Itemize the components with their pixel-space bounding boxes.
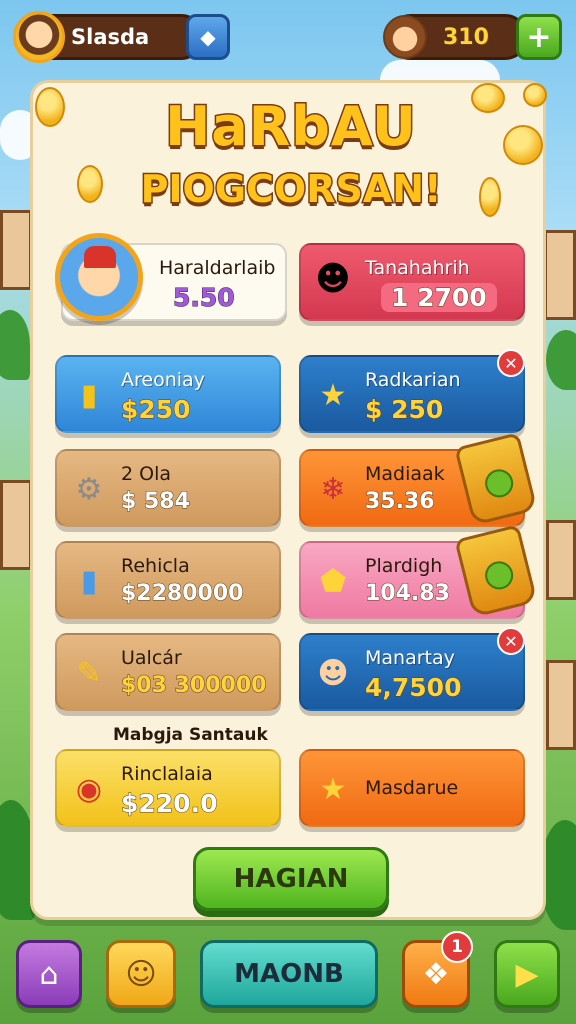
card-rinclalaia[interactable]: ◉ Rinclalaia $220.0 [55,749,281,827]
card-value: 5.50 [173,283,236,313]
card-label: Manartay [365,647,455,669]
star-icon: ★ [319,377,347,413]
card-value: $250 [121,395,192,425]
play-button[interactable]: ▶ [494,940,560,1008]
card-value: $2280000 [120,581,244,607]
plus-icon: + [526,19,552,55]
top-bar: Slasda ◆ 310 + [0,10,576,64]
card-label: Areoniay [121,369,205,391]
card-value: 1 2700 [381,283,497,313]
card-label: Ualcár [121,647,182,669]
card-label: Radkarian [365,369,461,391]
card-label: 2 Ola [121,463,172,485]
card-masdarue[interactable]: ★ Masdarue [299,749,525,827]
card-ualcar[interactable]: ✎ Ualcár $03 300000 [55,633,281,711]
crayon-icon: ✎ [76,655,102,691]
card-label: Masdarue [365,777,459,799]
game-title: HaRbAU [164,94,418,160]
card-rehicla[interactable]: ▮ Rehicla $2280000 [55,541,281,619]
emote-button[interactable]: ☺ [106,940,176,1008]
crystal-icon: ⬟ [319,563,347,599]
house [546,660,576,750]
add-coins-button[interactable]: + [516,14,562,60]
hagian-button[interactable]: HAGIAN [193,847,389,911]
villager-icon: ☻ [315,259,351,299]
maonb-button[interactable]: MAONB [200,940,378,1008]
play-icon: ▶ [515,956,539,992]
card-label: Rehicla [121,555,190,577]
close-icon[interactable]: ✕ [497,349,525,377]
card-areoniay[interactable]: ▮ Areoniay $250 [55,355,281,433]
notification-badge: 1 [441,931,473,963]
puzzle-icon: ❖ [422,956,450,992]
home-icon: ⌂ [39,956,59,992]
gears-icon: ⚙ [75,471,103,507]
card-label: Rinclalaia [121,763,213,785]
hero-portrait-icon [55,233,143,321]
card-label: Plardigh [365,555,443,577]
smile-icon: ☺ [125,956,157,992]
player-avatar [13,11,65,63]
house [0,480,32,570]
gem-button[interactable]: ◆ [186,14,230,60]
card-radkarian[interactable]: ★ Radkarian $ 250 ✕ [299,349,525,433]
drum-icon: ◉ [75,771,103,807]
loot-bag-icon [454,432,538,526]
meat-icon: ❄ [320,471,346,507]
home-button[interactable]: ⌂ [16,940,82,1008]
card-manartay[interactable]: ☻ Manartay 4,7500 ✕ [299,627,525,711]
card-value: 4,7500 [364,673,462,703]
card-value: $03 300000 [120,673,267,699]
house [544,230,576,320]
card-label: Haraldarlaib [159,257,276,279]
palm-tree [546,330,576,390]
coin-value: 310 [443,24,489,50]
close-icon[interactable]: ✕ [497,627,525,655]
loot-bag-icon [454,524,538,618]
gold-bars-icon: ▮ [80,377,98,413]
card-value: $ 250 [364,395,444,425]
card-value: $220.0 [120,789,218,819]
coin-counter: 310 [383,14,528,60]
house [546,520,576,600]
card-value: 104.83 [365,581,451,607]
palm-tree [0,310,30,380]
card-value: $ 584 [121,489,191,515]
card-tanahahrih[interactable]: ☻ Tanahahrih 1 2700 [299,243,525,321]
card-2-ola[interactable]: ⚙ 2 Ola $ 584 [55,449,281,527]
villager-avatar-icon [383,15,427,59]
card-value: 35.36 [365,489,436,515]
star-icon: ★ [319,771,347,807]
player-name: Slasda [71,25,150,49]
player-profile[interactable]: Slasda [13,11,204,63]
puzzle-button[interactable]: ❖ 1 [402,931,473,1008]
section-label: Mabgja Santauk [113,725,268,745]
card-madiaak[interactable]: ❄ Madiaak 35.36 [299,432,538,527]
card-label: Tanahahrih [365,257,470,279]
card-plardigh[interactable]: ⬟ Plardigh 104.83 [299,524,538,619]
farmer-icon: ☻ [317,655,349,691]
main-panel: HaRbAU PIOGCORSAN! Haraldarlaib 5.50 ☻ T… [30,80,547,920]
game-subtitle: PIOGCORSAN! [139,166,443,213]
card-label: Madiaak [365,463,445,485]
house [0,210,32,290]
pipe-icon: ▮ [80,563,98,599]
diamond-icon: ◆ [200,25,216,49]
